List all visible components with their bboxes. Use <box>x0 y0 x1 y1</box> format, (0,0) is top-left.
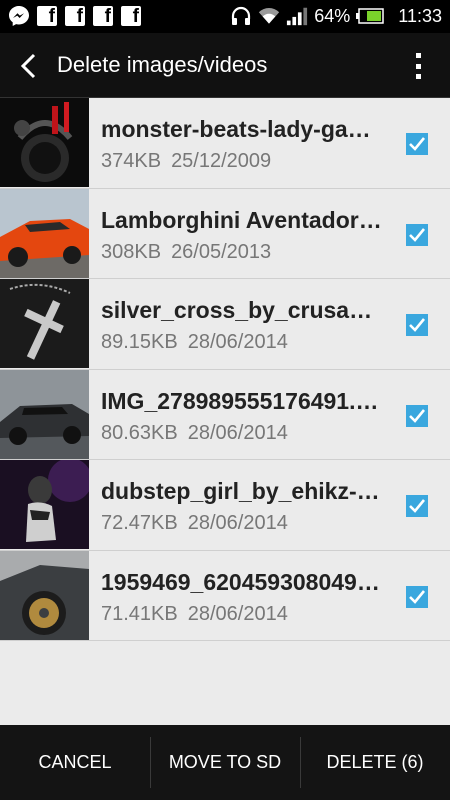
file-meta: 80.63KB 28/06/2014 <box>101 422 288 445</box>
select-checkbox[interactable] <box>406 495 428 517</box>
overflow-dot <box>415 53 421 58</box>
messenger-icon <box>8 5 30 27</box>
file-date: 28/06/2014 <box>187 331 288 353</box>
action-bar: Delete images/videos <box>0 33 450 98</box>
file-size: 80.63KB <box>101 421 178 444</box>
list-item[interactable]: IMG_278989555176491.… 80.63KB 28/06/2014 <box>0 369 450 460</box>
file-size: 308KB <box>101 240 162 263</box>
thumbnail <box>0 460 89 549</box>
battery-icon <box>356 5 385 27</box>
file-meta: 72.47KB 28/06/2014 <box>101 512 288 535</box>
file-name: Lamborghini Aventador… <box>101 206 382 233</box>
notification-icons: f f f f <box>8 5 142 27</box>
checkmark-icon <box>409 499 426 513</box>
move-to-sd-button[interactable]: MOVE TO SD <box>150 725 300 800</box>
thumbnail <box>0 550 89 640</box>
file-size: 89.15KB <box>101 331 178 353</box>
file-name: 1959469_620459308049… <box>101 568 380 595</box>
list-item[interactable]: dubstep_girl_by_ehikz-d… 72.47KB 28/06/20… <box>0 460 450 551</box>
list-item[interactable]: 1959469_620459308049… 71.41KB 28/06/2014 <box>0 550 450 641</box>
media-list: monster-beats-lady-gag… 374KB 25/12/2009 … <box>0 98 450 641</box>
file-date: 26/05/2013 <box>171 240 272 263</box>
battery-percent: 64% <box>314 5 351 26</box>
facebook-icon: f <box>36 5 58 27</box>
headphones-icon <box>230 5 252 27</box>
checkmark-icon <box>409 408 426 423</box>
checkmark-icon <box>409 227 426 242</box>
select-checkbox[interactable] <box>406 133 428 155</box>
facebook-icon: f <box>120 5 142 27</box>
checkmark-icon <box>409 589 426 604</box>
file-meta: 71.41KB 28/06/2014 <box>101 603 288 626</box>
file-size: 374KB <box>101 150 162 172</box>
facebook-icon: f <box>64 5 86 27</box>
file-name: silver_cross_by_crusadie… <box>101 297 383 323</box>
overflow-dot <box>415 74 421 79</box>
file-meta: 308KB 26/05/2013 <box>101 241 271 264</box>
bottom-action-bar: CANCEL MOVE TO SD DELETE (6) <box>0 725 450 800</box>
file-date: 25/12/2009 <box>171 150 272 172</box>
file-size: 72.47KB <box>101 512 178 534</box>
file-meta: 374KB 25/12/2009 <box>101 150 271 173</box>
page-title: Delete images/videos <box>57 52 268 77</box>
select-checkbox[interactable] <box>406 314 428 336</box>
thumbnail <box>0 279 89 368</box>
thumbnail <box>0 98 89 187</box>
thumbnail <box>0 369 89 459</box>
overflow-menu-button[interactable] <box>408 49 428 83</box>
file-name: monster-beats-lady-gag… <box>101 116 383 142</box>
file-date: 28/06/2014 <box>187 421 288 444</box>
file-date: 28/06/2014 <box>187 512 288 534</box>
delete-button[interactable]: DELETE (6) <box>300 725 450 800</box>
select-checkbox[interactable] <box>406 404 428 427</box>
wifi-icon <box>258 5 280 27</box>
file-size: 71.41KB <box>101 602 178 625</box>
clock: 11:33 <box>398 5 442 26</box>
file-name: dubstep_girl_by_ehikz-d… <box>101 478 383 504</box>
signal-icon <box>286 5 308 27</box>
facebook-icon: f <box>92 5 114 27</box>
chevron-left-icon <box>20 53 36 79</box>
status-bar: f f f f 64% 11:33 <box>0 0 450 33</box>
thumbnail <box>0 188 89 278</box>
list-item[interactable]: silver_cross_by_crusadie… 89.15KB 28/06/2… <box>0 279 450 370</box>
file-meta: 89.15KB 28/06/2014 <box>101 331 288 354</box>
cancel-button[interactable]: CANCEL <box>0 725 150 800</box>
checkmark-icon <box>409 318 426 332</box>
select-checkbox[interactable] <box>406 585 428 608</box>
list-item[interactable]: Lamborghini Aventador… 308KB 26/05/2013 <box>0 188 450 279</box>
checkmark-icon <box>409 137 426 151</box>
back-button[interactable] <box>14 51 44 81</box>
file-name: IMG_278989555176491.… <box>101 387 379 414</box>
overflow-dot <box>415 63 421 69</box>
list-item[interactable]: monster-beats-lady-gag… 374KB 25/12/2009 <box>0 98 450 189</box>
file-date: 28/06/2014 <box>187 602 288 625</box>
system-icons: 64% 11:33 <box>230 4 442 28</box>
select-checkbox[interactable] <box>406 223 428 246</box>
